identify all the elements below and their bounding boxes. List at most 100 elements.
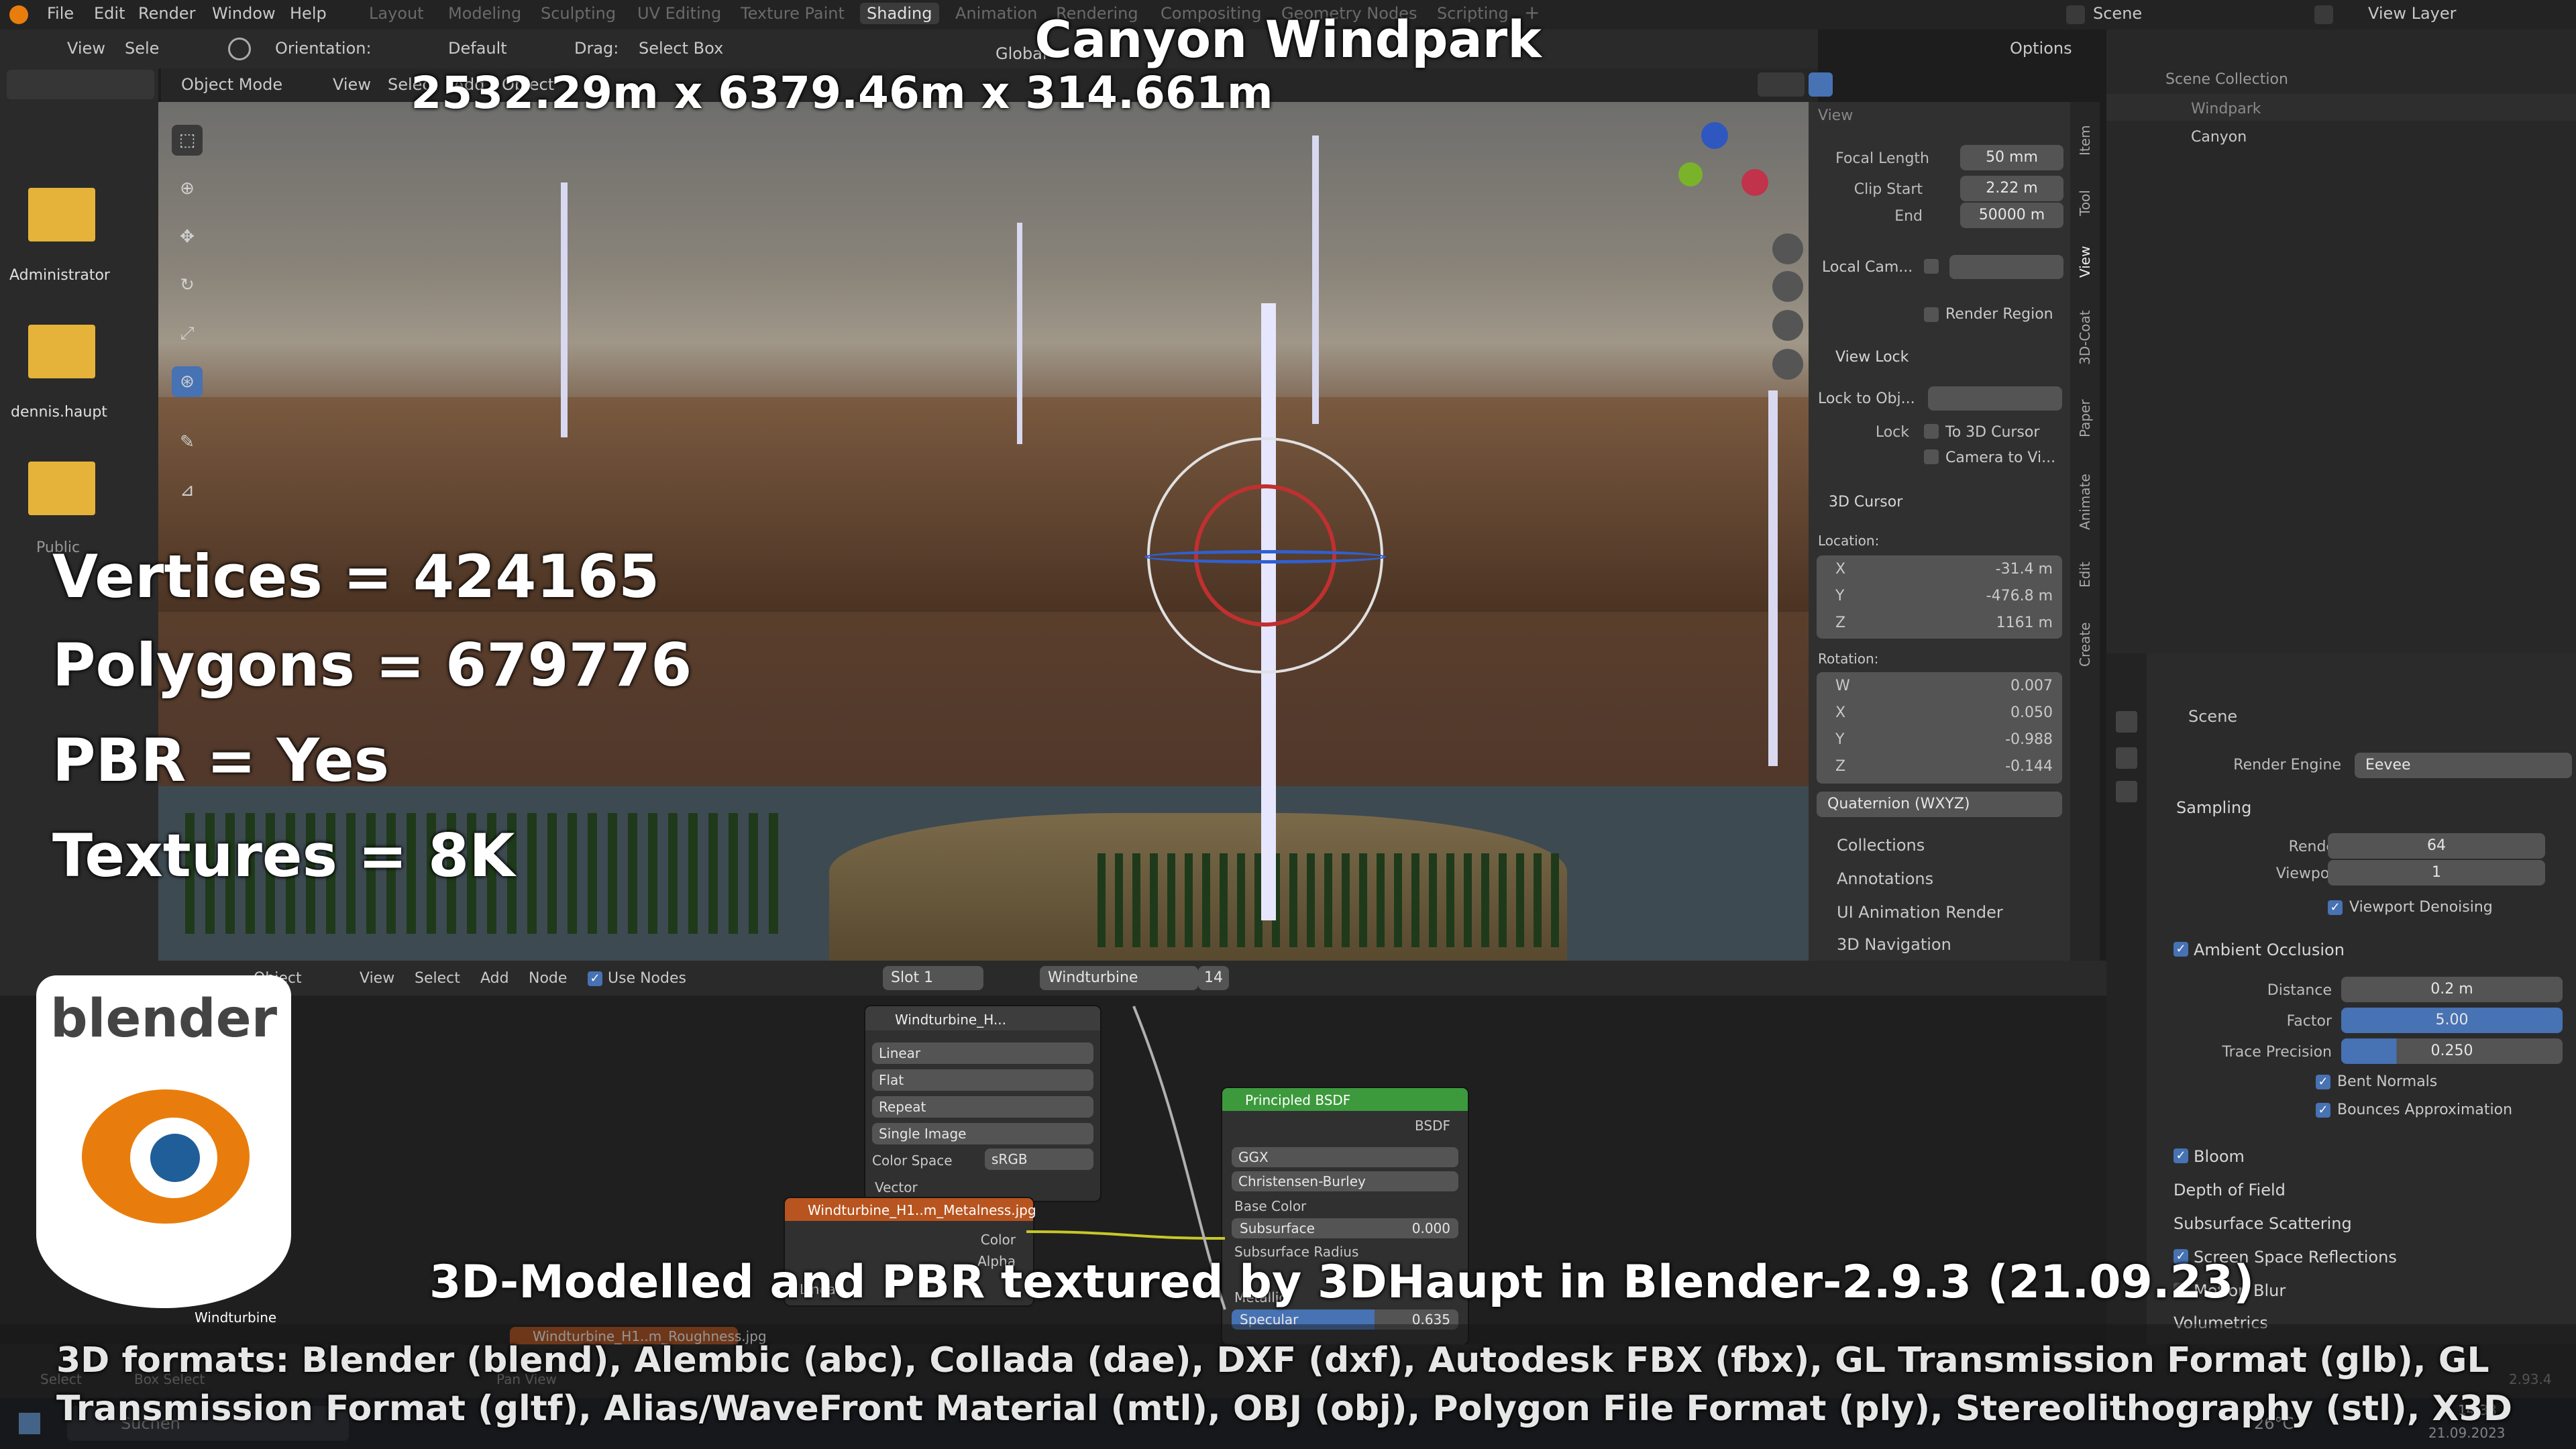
camera-to-view-checkbox[interactable]	[1924, 449, 1939, 464]
nav-axis-z-icon[interactable]	[1701, 122, 1728, 149]
properties-editor: Scene Render Engine Eevee Sampling Rende…	[2106, 653, 2576, 1344]
blender-logo-text: blender	[50, 989, 278, 1049]
folder-label-administrator[interactable]: Administrator	[9, 267, 110, 284]
cursor-rotation-fields: W 0.007 X 0.050 Y -0.988 Z -0.144	[1817, 672, 2062, 784]
rot-y-field[interactable]: -0.988	[2005, 731, 2053, 748]
ao-distance-field[interactable]: 0.2 m	[2341, 977, 2563, 1002]
nav-axis-y-icon[interactable]	[1678, 162, 1703, 186]
viewport-denoise-label[interactable]: Viewport Denoising	[2349, 899, 2493, 916]
move-tool-icon[interactable]: ✥	[172, 221, 203, 252]
tab-3d-coat[interactable]: 3D-Coat	[2077, 310, 2093, 365]
bounces-label[interactable]: Bounces Approximation	[2337, 1102, 2512, 1118]
wind-turbine	[1312, 136, 1319, 424]
lock-to-cursor-label[interactable]: To 3D Cursor	[1945, 424, 2039, 441]
3d-navigation-panel[interactable]: 3D Navigation	[1837, 935, 1951, 954]
render-props-icon[interactable]	[2116, 711, 2137, 733]
forest-right	[1097, 853, 1567, 947]
3d-cursor-header[interactable]: 3D Cursor	[1829, 494, 1902, 511]
ao-checkbox[interactable]: ✓	[2174, 942, 2188, 957]
cursor-x-label: X	[1835, 561, 1846, 578]
ambient-occlusion-panel[interactable]: Ambient Occlusion	[2194, 941, 2345, 959]
rot-x-field[interactable]: 0.050	[2010, 704, 2053, 721]
rot-z-field[interactable]: -0.144	[2005, 758, 2053, 775]
render-engine-dropdown[interactable]: Eevee	[2355, 753, 2572, 778]
tab-view[interactable]: View	[2077, 246, 2093, 278]
folder-icon[interactable]	[28, 188, 95, 241]
outliner-row[interactable]	[2106, 94, 2576, 121]
bloom-checkbox[interactable]: ✓	[2174, 1148, 2188, 1163]
bloom-panel[interactable]: Bloom	[2194, 1147, 2245, 1166]
render-samples-label: Render	[2288, 839, 2341, 855]
output-props-icon[interactable]	[2116, 747, 2137, 769]
clip-end-field[interactable]: 50000 m	[1960, 203, 2063, 228]
transform-tool-icon[interactable]: ⊛	[172, 366, 203, 397]
nav-axis-x-icon[interactable]	[1741, 169, 1768, 196]
ui-animation-render-panel[interactable]: UI Animation Render	[1837, 903, 2003, 922]
depth-of-field-panel[interactable]: Depth of Field	[2174, 1181, 2286, 1199]
wind-turbine	[1017, 223, 1022, 444]
bounces-checkbox[interactable]: ✓	[2316, 1103, 2330, 1118]
home-folder-icon[interactable]	[28, 325, 95, 378]
cursor-location-label: Location:	[1818, 533, 1880, 549]
rotate-tool-icon[interactable]: ↻	[172, 270, 203, 301]
tab-edit[interactable]: Edit	[2077, 561, 2093, 588]
shading-solid-icon[interactable]	[1758, 72, 1805, 97]
folder-label-user[interactable]: dennis.haupt	[11, 404, 107, 421]
ao-factor-label: Factor	[2286, 1013, 2332, 1030]
ao-factor-slider[interactable]: 5.00	[2341, 1008, 2563, 1033]
annotations-panel[interactable]: Annotations	[1837, 869, 1933, 888]
viewport-samples-field[interactable]: 1	[2328, 860, 2545, 885]
tab-paper[interactable]: Paper	[2077, 399, 2093, 437]
local-camera-checkbox[interactable]	[1924, 259, 1939, 274]
rot-w-field[interactable]: 0.007	[2010, 678, 2053, 694]
bent-normals-checkbox[interactable]: ✓	[2316, 1075, 2330, 1089]
trace-precision-slider[interactable]: 0.250	[2341, 1038, 2563, 1064]
ao-distance-label: Distance	[2267, 982, 2332, 999]
scale-tool-icon[interactable]: ⤢	[172, 318, 203, 349]
collections-panel[interactable]: Collections	[1837, 836, 1925, 855]
tab-item[interactable]: Item	[2077, 125, 2093, 156]
focal-length-field[interactable]: 50 mm	[1960, 145, 2063, 170]
outliner-item-canyon[interactable]: Canyon	[2191, 129, 2247, 146]
bent-normals-label[interactable]: Bent Normals	[2337, 1073, 2437, 1090]
view-layer-props-icon[interactable]	[2116, 781, 2137, 802]
lock-label: Lock	[1875, 424, 1909, 441]
tab-animate[interactable]: Animate	[2077, 474, 2093, 530]
rotation-mode-dropdown[interactable]: Quaternion (WXYZ)	[1817, 792, 2062, 817]
cursor-x-field[interactable]: -31.4 m	[1996, 561, 2053, 578]
cursor-tool-icon[interactable]: ⊕	[172, 173, 203, 204]
sampling-panel[interactable]: Sampling	[2176, 798, 2251, 817]
tab-create[interactable]: Create	[2077, 623, 2093, 667]
tab-tool[interactable]: Tool	[2077, 190, 2093, 216]
overlay-title: Canyon Windpark	[1034, 9, 1542, 69]
view-section-header[interactable]: View	[1818, 107, 1853, 124]
outliner-item-windpark[interactable]: Windpark	[2191, 101, 2261, 117]
sidebar-n-panel: View Focal Length 50 mm Clip Start 2.22 …	[1809, 102, 2070, 961]
clip-start-field[interactable]: 2.22 m	[1960, 176, 2063, 201]
zoom-icon[interactable]	[1772, 233, 1803, 264]
lock-to-object-field[interactable]	[1928, 386, 2062, 411]
subsurface-scattering-panel[interactable]: Subsurface Scattering	[2174, 1214, 2352, 1233]
render-region-checkbox[interactable]	[1924, 307, 1939, 322]
rotate-z-ring[interactable]	[1144, 550, 1386, 564]
camera-to-view-label[interactable]: Camera to Vi...	[1945, 449, 2055, 466]
grid-view-icon[interactable]	[1772, 349, 1803, 380]
select-tool-icon[interactable]: ⬚	[172, 125, 203, 156]
measure-tool-icon[interactable]: ⊿	[172, 475, 203, 506]
cursor-y-field[interactable]: -476.8 m	[1986, 588, 2053, 604]
shading-material-icon[interactable]	[1809, 72, 1833, 97]
local-camera-label: Local Cam...	[1822, 259, 1913, 276]
view-lock-header[interactable]: View Lock	[1835, 349, 1909, 366]
lock-to-cursor-checkbox[interactable]	[1924, 424, 1939, 439]
camera-view-icon[interactable]	[1772, 310, 1803, 341]
annotate-tool-icon[interactable]: ✎	[172, 427, 203, 458]
blender-logo-core	[150, 1134, 200, 1182]
render-region-label[interactable]: Render Region	[1945, 306, 2053, 323]
cursor-z-field[interactable]: 1161 m	[1996, 614, 2053, 631]
pan-hand-icon[interactable]	[1772, 271, 1803, 302]
folder-icon[interactable]	[28, 462, 95, 515]
local-camera-field[interactable]	[1949, 255, 2063, 279]
render-samples-field[interactable]: 64	[2328, 833, 2545, 859]
viewport-denoise-checkbox[interactable]: ✓	[2328, 900, 2343, 915]
scene-collection-label[interactable]: Scene Collection	[2165, 71, 2288, 88]
